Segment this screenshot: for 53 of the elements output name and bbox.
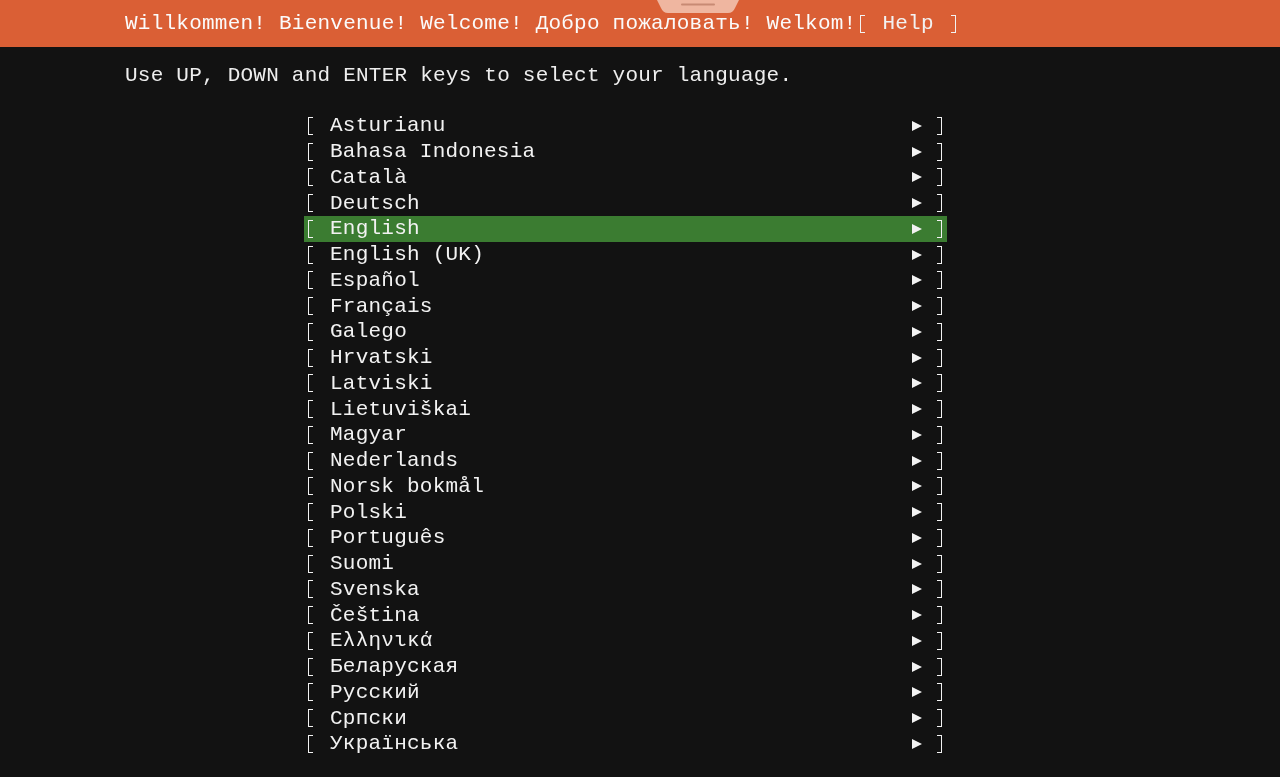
language-option[interactable]: Asturianu: [304, 113, 947, 139]
language-option[interactable]: Српски: [304, 705, 947, 731]
language-option[interactable]: Русский: [304, 679, 947, 706]
header-title: Willkommen! Bienvenue! Welcome! Добро пожаловать! Welkom!: [125, 10, 857, 37]
triangle-right-icon: [912, 249, 922, 260]
triangle-right-icon: [912, 352, 922, 363]
triangle-right-icon: [912, 738, 922, 749]
language-option[interactable]: Magyar: [304, 422, 947, 448]
triangle-right-icon: [912, 687, 922, 698]
triangle-right-icon: [912, 198, 922, 209]
triangle-right-icon: [912, 584, 922, 595]
language-option[interactable]: Lietuviškai: [304, 396, 947, 422]
language-option[interactable]: Català: [304, 164, 947, 191]
triangle-right-icon: [912, 661, 922, 672]
triangle-right-icon: [912, 455, 922, 466]
triangle-right-icon: [912, 429, 922, 440]
triangle-right-icon: [912, 301, 922, 312]
triangle-right-icon: [912, 146, 922, 157]
language-option[interactable]: Polski: [304, 499, 947, 525]
triangle-right-icon: [912, 610, 922, 621]
language-option[interactable]: Latviski: [304, 370, 947, 397]
language-option[interactable]: Українська: [304, 731, 947, 757]
triangle-right-icon: [912, 223, 922, 234]
triangle-right-icon: [912, 275, 922, 286]
language-option[interactable]: English (UK): [304, 241, 947, 268]
triangle-right-icon: [912, 635, 922, 646]
triangle-right-icon: [912, 326, 922, 337]
language-option[interactable]: Deutsch: [304, 190, 947, 216]
language-option[interactable]: English: [304, 216, 947, 242]
language-option[interactable]: Français: [304, 293, 947, 319]
language-option[interactable]: Hrvatski: [304, 344, 947, 371]
triangle-right-icon: [912, 481, 922, 492]
triangle-right-icon: [912, 120, 922, 131]
triangle-right-icon: [912, 378, 922, 389]
language-option[interactable]: Nederlands: [304, 447, 947, 474]
language-option[interactable]: Čeština: [304, 602, 947, 628]
language-option[interactable]: Español: [304, 267, 947, 294]
language-option[interactable]: Bahasa Indonesia: [304, 138, 947, 165]
pull-tab-icon[interactable]: [657, 0, 739, 13]
language-option[interactable]: Svenska: [304, 576, 947, 603]
triangle-right-icon: [912, 404, 922, 415]
language-option[interactable]: Português: [304, 525, 947, 551]
language-option[interactable]: Suomi: [304, 550, 947, 577]
language-option[interactable]: Norsk bokmål: [304, 473, 947, 500]
language-option[interactable]: Ελληνικά: [304, 628, 947, 654]
instruction-text: Use UP, DOWN and ENTER keys to select your language.: [125, 63, 793, 89]
language-option[interactable]: Galego: [304, 319, 947, 345]
triangle-right-icon: [912, 532, 922, 543]
triangle-right-icon: [912, 558, 922, 569]
language-option[interactable]: Беларуская: [304, 653, 947, 680]
triangle-right-icon: [912, 507, 922, 518]
triangle-right-icon: [912, 172, 922, 183]
triangle-right-icon: [912, 713, 922, 724]
